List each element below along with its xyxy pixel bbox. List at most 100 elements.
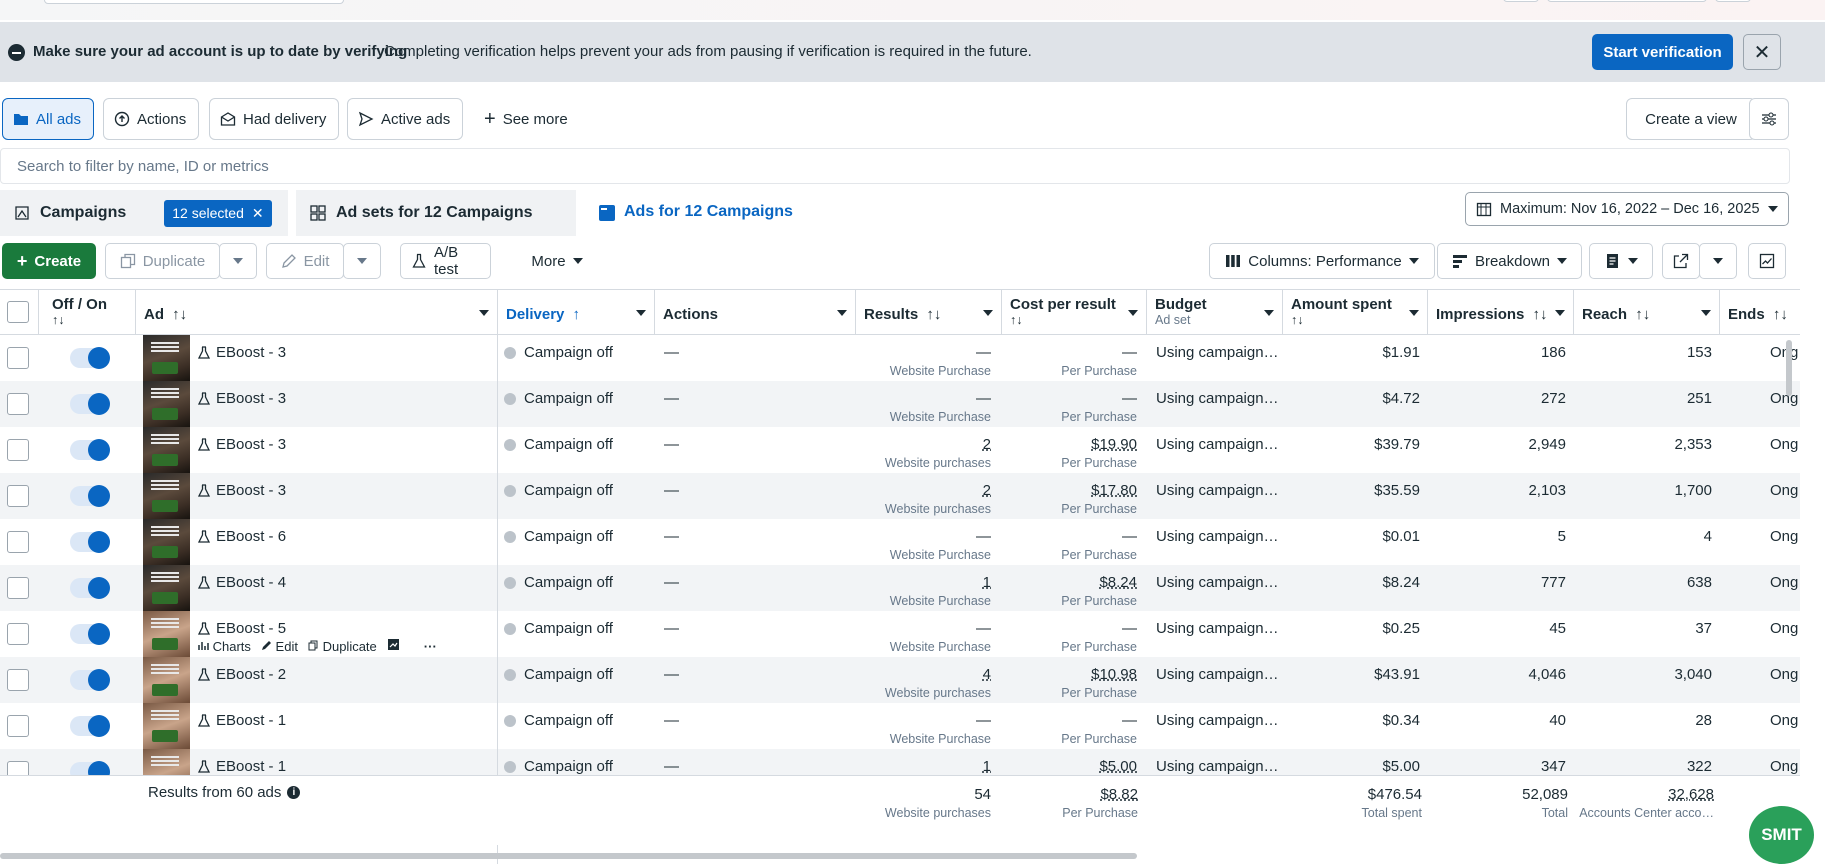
results-value[interactable]: 2 — [983, 482, 991, 499]
reports-button[interactable] — [1589, 243, 1653, 279]
row-checkbox[interactable] — [7, 485, 29, 507]
chevron-down-icon[interactable] — [837, 310, 847, 316]
date-range-picker[interactable]: Maximum: Nov 16, 2022 – Dec 16, 2025 — [1465, 192, 1789, 226]
sort-icon[interactable]: ↑↓ — [52, 313, 127, 327]
on-off-toggle[interactable] — [70, 669, 110, 691]
ad-thumbnail[interactable] — [143, 519, 190, 565]
row-checkbox[interactable] — [7, 577, 29, 599]
row-checkbox[interactable] — [7, 669, 29, 691]
column-amount-spent[interactable]: Amount spent ↑↓ — [1283, 290, 1428, 334]
ad-thumbnail[interactable] — [143, 565, 190, 611]
close-icon[interactable]: ✕ — [1743, 34, 1781, 70]
column-ends[interactable]: Ends ↑↓ — [1720, 290, 1800, 334]
on-off-toggle[interactable] — [70, 485, 110, 507]
filter-active-ads[interactable]: Active ads — [347, 98, 463, 140]
chevron-down-icon[interactable] — [1128, 310, 1138, 316]
create-view-button[interactable]: Create a view — [1626, 98, 1756, 140]
more-button[interactable]: More — [520, 243, 594, 279]
table-row[interactable]: EBoost - 3 Campaign off — — Website Purchase… — [0, 335, 1800, 381]
cost-value[interactable]: $17.80 — [1091, 482, 1137, 499]
duplicate-dropdown[interactable] — [219, 243, 257, 279]
search-input[interactable]: Search to filter by name, ID or metrics — [0, 148, 1790, 184]
breakdown-button[interactable]: Breakdown — [1437, 243, 1582, 279]
row-checkbox[interactable] — [7, 393, 29, 415]
ab-test-button[interactable]: A/B test — [400, 243, 491, 279]
filter-all-ads[interactable]: All ads — [2, 98, 94, 140]
pin-icon[interactable] — [387, 638, 400, 654]
ad-name[interactable]: EBoost - 2 — [197, 666, 286, 683]
ad-name[interactable]: EBoost - 6 — [197, 528, 286, 545]
column-cost-per-result[interactable]: Cost per result ↑↓ — [1002, 290, 1147, 334]
ad-thumbnail[interactable] — [143, 703, 190, 749]
table-row[interactable]: EBoost - 1 Campaign off — — Website Purchase… — [0, 703, 1800, 749]
on-off-toggle[interactable] — [70, 577, 110, 599]
smit-badge[interactable]: SMIT — [1749, 806, 1814, 864]
top-search-input[interactable] — [44, 0, 344, 4]
table-row[interactable]: EBoost - 3 Campaign off — 2 Website purchase… — [0, 427, 1800, 473]
duplicate-link[interactable]: Duplicate — [308, 639, 377, 654]
ad-thumbnail[interactable] — [143, 335, 190, 381]
chevron-down-icon[interactable] — [983, 310, 993, 316]
chevron-down-icon[interactable] — [1701, 310, 1711, 316]
chevron-down-icon[interactable] — [636, 310, 646, 316]
on-off-toggle[interactable] — [70, 623, 110, 645]
ad-thumbnail[interactable] — [143, 749, 190, 775]
row-checkbox[interactable] — [7, 761, 29, 775]
ad-name[interactable]: EBoost - 3 — [197, 344, 286, 361]
filter-had-delivery[interactable]: Had delivery — [209, 98, 339, 140]
column-off-on[interactable]: Off / On ↑↓ — [44, 290, 136, 334]
clear-selection-icon[interactable]: ✕ — [252, 205, 264, 222]
table-row[interactable]: EBoost - 2 Campaign off — 4 Website purchase… — [0, 657, 1800, 703]
start-verification-button[interactable]: Start verification — [1592, 34, 1733, 70]
results-value[interactable]: 1 — [983, 758, 991, 775]
table-row[interactable]: EBoost - 1 Campaign off — 1 $5.00 Using campa… — [0, 749, 1800, 775]
sort-icon[interactable]: ↑↓ — [172, 306, 187, 323]
ad-thumbnail[interactable] — [143, 381, 190, 427]
column-delivery[interactable]: Delivery ↑ — [498, 290, 655, 334]
select-all-checkbox[interactable] — [7, 301, 29, 323]
row-checkbox[interactable] — [7, 439, 29, 461]
tab-ads[interactable]: Ads for 12 Campaigns — [584, 188, 866, 236]
sort-icon[interactable]: ↑↓ — [1533, 306, 1548, 323]
ad-name[interactable]: EBoost - 5 — [197, 620, 286, 637]
ad-thumbnail[interactable] — [143, 427, 190, 473]
edit-dropdown[interactable] — [343, 243, 381, 279]
cost-value[interactable]: $8.24 — [1099, 574, 1137, 591]
row-checkbox[interactable] — [7, 347, 29, 369]
vertical-scrollbar[interactable] — [1786, 340, 1792, 396]
edit-button[interactable]: Edit — [266, 243, 344, 279]
table-row[interactable]: EBoost - 3 Campaign off — 2 Website purchase… — [0, 473, 1800, 519]
create-button[interactable]: + Create — [2, 243, 96, 279]
on-off-toggle[interactable] — [70, 761, 110, 775]
top-button-2[interactable] — [1547, 0, 1707, 2]
ad-name[interactable]: EBoost - 1 — [197, 758, 286, 775]
table-row[interactable]: EBoost - 4 Campaign off — 1 Website Purchase… — [0, 565, 1800, 611]
row-checkbox[interactable] — [7, 623, 29, 645]
ad-thumbnail[interactable] — [143, 473, 190, 519]
top-button-1[interactable] — [1503, 0, 1539, 2]
export-dropdown[interactable] — [1699, 243, 1737, 279]
chevron-down-icon[interactable] — [1264, 310, 1274, 316]
sort-icon[interactable]: ↑↓ — [1291, 313, 1419, 327]
selected-chip[interactable]: 12 selected ✕ — [164, 199, 272, 227]
sort-up-icon[interactable]: ↑ — [573, 306, 581, 323]
see-more-button[interactable]: + See more — [474, 98, 594, 140]
ad-thumbnail[interactable] — [143, 611, 190, 657]
sort-icon[interactable]: ↑↓ — [1773, 306, 1788, 323]
export-button[interactable] — [1662, 243, 1700, 279]
on-off-toggle[interactable] — [70, 393, 110, 415]
column-impressions[interactable]: Impressions ↑↓ — [1428, 290, 1574, 334]
more-options-icon[interactable]: ··· — [424, 639, 437, 654]
charts-link[interactable]: Charts — [198, 639, 251, 654]
column-actions[interactable]: Actions — [655, 290, 856, 334]
ad-name[interactable]: EBoost - 3 — [197, 436, 286, 453]
column-ad[interactable]: Ad ↑↓ — [136, 290, 498, 334]
cost-value[interactable]: $5.00 — [1099, 758, 1137, 775]
top-button-3[interactable] — [1715, 0, 1751, 2]
results-value[interactable]: 2 — [983, 436, 991, 453]
on-off-toggle[interactable] — [70, 347, 110, 369]
ad-name[interactable]: EBoost - 3 — [197, 390, 286, 407]
tab-ad-sets[interactable]: Ad sets for 12 Campaigns — [296, 190, 576, 236]
row-checkbox[interactable] — [7, 531, 29, 553]
horizontal-scrollbar[interactable] — [0, 853, 1137, 859]
